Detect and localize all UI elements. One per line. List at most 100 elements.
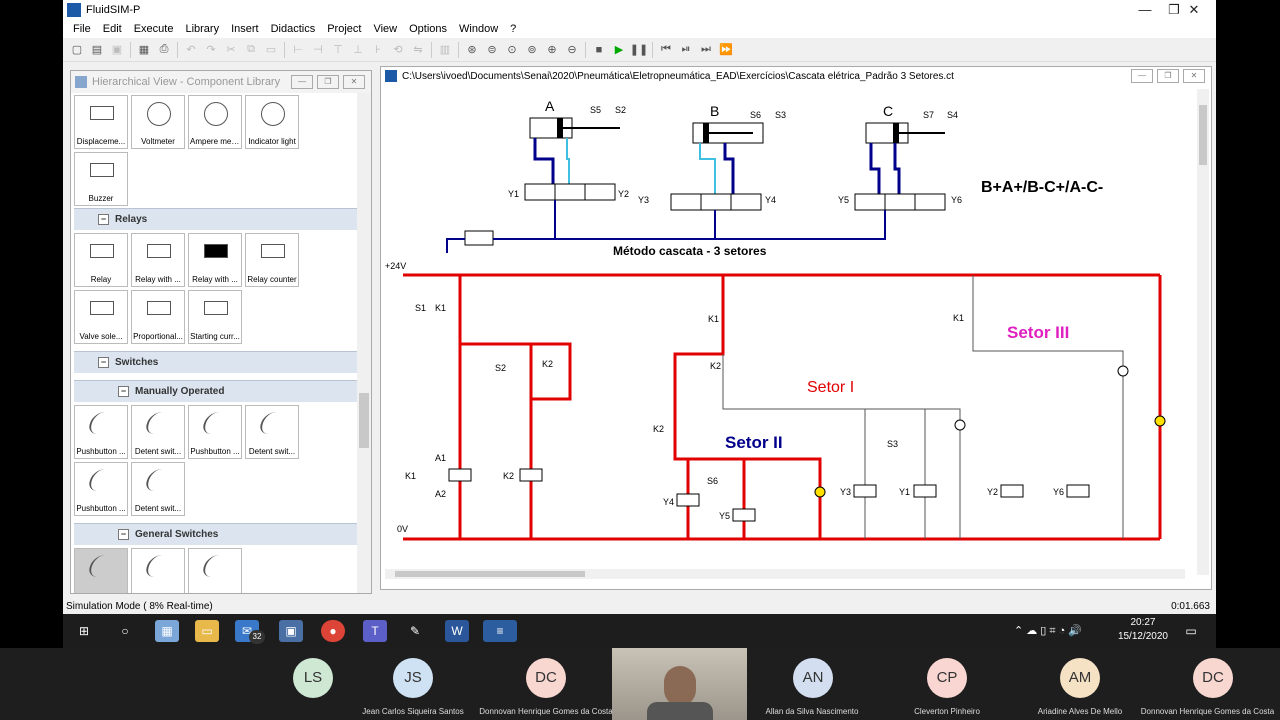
paste-icon[interactable]: ▭ xyxy=(261,40,281,60)
coil-k1[interactable] xyxy=(448,468,472,482)
avatar-dc-2[interactable]: DC xyxy=(1193,658,1233,698)
coil-y1[interactable] xyxy=(913,484,937,498)
zoom-full-icon[interactable]: ⊛ xyxy=(462,40,482,60)
cylinder-a[interactable] xyxy=(529,117,620,139)
zoom-window-icon[interactable]: ⊙ xyxy=(502,40,522,60)
circuit-minimize-button[interactable]: — xyxy=(1131,69,1153,83)
valve-a[interactable] xyxy=(524,183,616,201)
avatar-am[interactable]: AM xyxy=(1060,658,1100,698)
circuit-close-button[interactable]: ✕ xyxy=(1183,69,1205,83)
play-icon[interactable]: ▶ xyxy=(609,40,629,60)
tray-icons[interactable]: ⌃ ☁ ▯ ⌗ ◔ 🔊 xyxy=(998,620,1098,642)
menu-didactics[interactable]: Didactics xyxy=(265,23,322,35)
copy-icon[interactable]: ⧉ xyxy=(241,40,261,60)
section-switches[interactable]: − Switches xyxy=(74,351,357,373)
word-icon[interactable]: W xyxy=(445,620,469,642)
mirror-icon[interactable]: ⇋ xyxy=(408,40,428,60)
library-minimize-button[interactable]: — xyxy=(291,75,313,89)
vscroll-thumb[interactable] xyxy=(1199,105,1207,165)
fluidsim-taskbar-icon[interactable]: ≡ xyxy=(483,620,517,642)
menu-library[interactable]: Library xyxy=(179,23,225,35)
align-top-icon[interactable]: ⊥ xyxy=(348,40,368,60)
file-explorer-icon[interactable]: ▭ xyxy=(195,620,219,642)
coil-y5[interactable] xyxy=(732,508,756,522)
tile-pushbutton-no[interactable]: Pushbutton ... xyxy=(74,405,128,459)
tile-indicator-light[interactable]: Indicator light xyxy=(245,95,299,149)
tile-relay-delay[interactable]: Relay with ... xyxy=(131,233,185,287)
align-center-icon[interactable]: ⊣ xyxy=(308,40,328,60)
menu-window[interactable]: Window xyxy=(453,23,504,35)
new-icon[interactable]: ▢ xyxy=(67,40,87,60)
coil-y6[interactable] xyxy=(1066,484,1090,498)
avatar-an[interactable]: AN xyxy=(793,658,833,698)
library-close-button[interactable]: ✕ xyxy=(343,75,365,89)
library-scrollbar[interactable] xyxy=(357,93,371,593)
zoom-previous-icon[interactable]: ⊚ xyxy=(522,40,542,60)
tile-relay-switchoff[interactable]: Relay with ... xyxy=(188,233,242,287)
chrome-icon[interactable]: ● xyxy=(321,620,345,642)
coil-y2[interactable] xyxy=(1000,484,1024,498)
section-general-switches[interactable]: − General Switches xyxy=(74,523,357,545)
tile-ampere-meter[interactable]: Ampere meter xyxy=(188,95,242,149)
windows-start-icon[interactable]: ⊞ xyxy=(72,620,96,642)
undo-icon[interactable]: ↶ xyxy=(181,40,201,60)
tile-general-switch-1[interactable] xyxy=(74,548,128,593)
step-icon[interactable]: ⏯ xyxy=(676,40,696,60)
reset-icon[interactable]: ⏮ xyxy=(656,40,676,60)
tile-buzzer[interactable]: Buzzer xyxy=(74,152,128,206)
teams-icon[interactable]: T xyxy=(363,620,387,642)
circuit-diagram[interactable]: A B C S5 S2 S6 S3 S7 S4 Y1 Y2 Y3 Y4 Y5 Y… xyxy=(385,89,1197,579)
print-preview-icon[interactable]: ▦ xyxy=(134,40,154,60)
grid-icon[interactable]: ▥ xyxy=(435,40,455,60)
tile-relay[interactable]: Relay xyxy=(74,233,128,287)
tile-displacement-encoder[interactable]: Displaceme... xyxy=(74,95,128,149)
zoom-out-icon[interactable]: ⊖ xyxy=(562,40,582,60)
pause-icon[interactable]: ❚❚ xyxy=(629,40,649,60)
avatar-dc-1[interactable]: DC xyxy=(526,658,566,698)
tile-voltmeter[interactable]: Voltmeter xyxy=(131,95,185,149)
menu-execute[interactable]: Execute xyxy=(128,23,180,35)
valve-c[interactable] xyxy=(854,193,946,211)
menu-options[interactable]: Options xyxy=(403,23,453,35)
avatar-js[interactable]: JS xyxy=(393,658,433,698)
menu-project[interactable]: Project xyxy=(321,23,367,35)
close-button[interactable]: ✕ xyxy=(1176,0,1212,20)
rotate-icon[interactable]: ⟲ xyxy=(388,40,408,60)
redo-icon[interactable]: ↷ xyxy=(201,40,221,60)
search-icon[interactable]: ○ xyxy=(113,620,137,642)
tile-valve-solenoid[interactable]: Valve sole... xyxy=(74,290,128,344)
menu-file[interactable]: File xyxy=(67,23,97,35)
tile-detent-switch-no[interactable]: Detent swit... xyxy=(131,405,185,459)
avatar-cp[interactable]: CP xyxy=(927,658,967,698)
align-middle-icon[interactable]: ⊦ xyxy=(368,40,388,60)
save-icon[interactable]: ▣ xyxy=(107,40,127,60)
valve-b[interactable] xyxy=(670,193,762,211)
coil-y3[interactable] xyxy=(853,484,877,498)
tile-general-switch-3[interactable] xyxy=(188,548,242,593)
step-end-icon[interactable]: ⏩ xyxy=(716,40,736,60)
store-icon[interactable]: ▦ xyxy=(155,620,179,642)
menu-edit[interactable]: Edit xyxy=(97,23,128,35)
library-maximize-button[interactable]: ❐ xyxy=(317,75,339,89)
clock[interactable]: 20:27 15/12/2020 xyxy=(1118,616,1168,644)
collapse-icon[interactable]: − xyxy=(98,357,109,368)
step-next-icon[interactable]: ⏭ xyxy=(696,40,716,60)
scroll-thumb[interactable] xyxy=(359,393,369,448)
tile-general-switch-2[interactable] xyxy=(131,548,185,593)
align-right-icon[interactable]: ⊤ xyxy=(328,40,348,60)
tile-starting-current[interactable]: Starting curr... xyxy=(188,290,242,344)
section-manually-operated[interactable]: − Manually Operated xyxy=(74,380,357,402)
coil-k2[interactable] xyxy=(519,468,543,482)
collapse-icon[interactable]: − xyxy=(118,386,129,397)
tile-relay-counter[interactable]: Relay counter xyxy=(245,233,299,287)
open-icon[interactable]: ▤ xyxy=(87,40,107,60)
tile-pushbutton-nc[interactable]: Pushbutton ... xyxy=(188,405,242,459)
cut-icon[interactable]: ✂ xyxy=(221,40,241,60)
coil-y4[interactable] xyxy=(676,493,700,507)
menu-insert[interactable]: Insert xyxy=(225,23,265,35)
align-left-icon[interactable]: ⊢ xyxy=(288,40,308,60)
avatar-ls[interactable]: LS xyxy=(293,658,333,698)
notification-icon[interactable]: ▭ xyxy=(1179,620,1203,642)
stop-icon[interactable]: ■ xyxy=(589,40,609,60)
tile-detent-switch-changeover[interactable]: Detent swit... xyxy=(131,462,185,516)
